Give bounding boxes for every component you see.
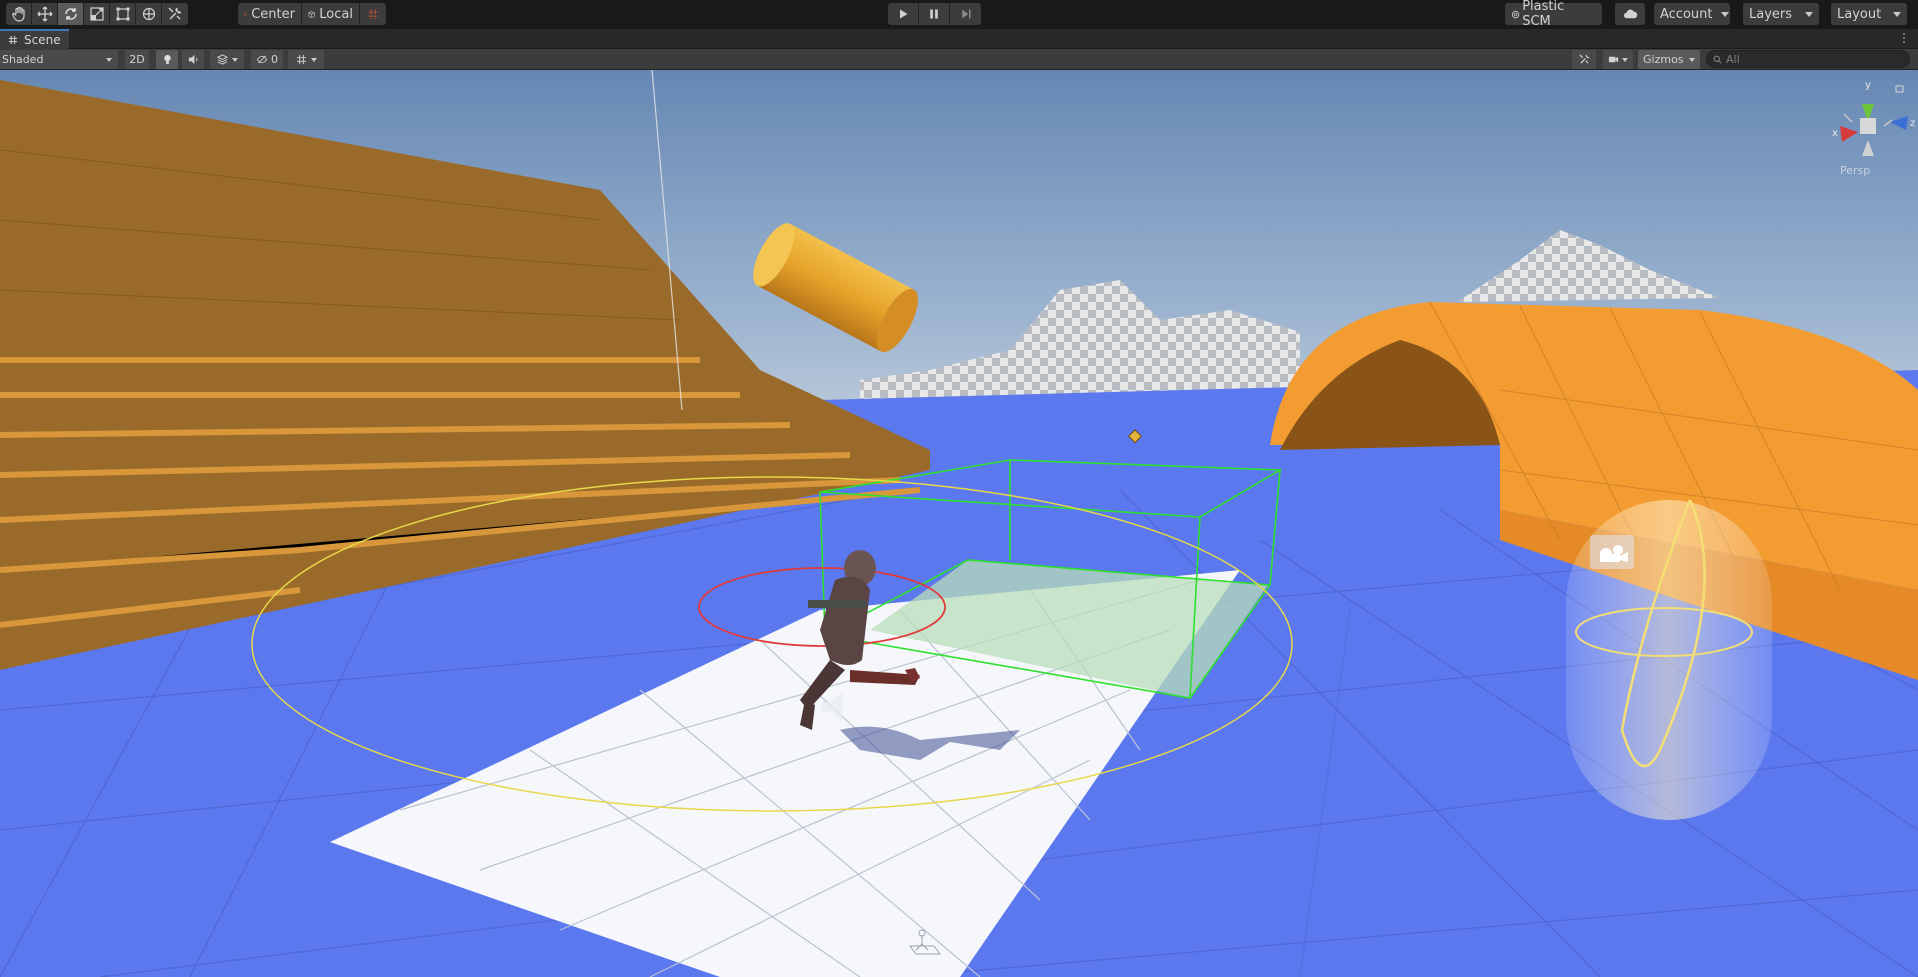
play-icon (900, 9, 908, 19)
snap-button[interactable] (360, 3, 386, 25)
wrench-icon (168, 7, 182, 20)
kebab-menu-icon[interactable]: ⋮ (1898, 32, 1910, 44)
2d-toggle-button[interactable]: 2D (125, 50, 149, 69)
tab-scene-label: Scene (24, 33, 61, 47)
step-button[interactable] (950, 3, 981, 25)
pivot-center-icon (244, 12, 248, 16)
account-dropdown[interactable]: Account (1654, 3, 1730, 25)
tools-icon (1578, 54, 1589, 64)
camera-icon (1608, 56, 1619, 63)
layers-label: Layers (1749, 6, 1793, 22)
effects-dropdown[interactable] (210, 50, 244, 69)
scale-tool-button[interactable] (84, 3, 110, 25)
search-placeholder: All (1726, 52, 1740, 66)
rotate-tool-button[interactable] (58, 3, 84, 25)
account-label: Account (1660, 6, 1713, 22)
scene-render: y x z Persp (0, 70, 1918, 977)
axis-x-label: x (1832, 128, 1838, 139)
hand-icon (11, 6, 25, 22)
lightbulb-icon (163, 54, 171, 65)
draw-mode-label: Shaded (2, 53, 44, 66)
gizmos-dropdown[interactable]: Gizmos (1638, 50, 1700, 69)
playmode-controls (888, 3, 981, 25)
chevron-down-icon (1893, 11, 1901, 17)
eye-slash-icon (256, 55, 268, 64)
hidden-objects-toggle[interactable]: 0 (251, 50, 283, 69)
hand-tool-button[interactable] (6, 3, 32, 25)
camera-settings-dropdown[interactable] (1603, 50, 1633, 69)
axis-z-label: z (1910, 118, 1915, 129)
layout-label: Layout (1837, 6, 1882, 22)
grid-snap-icon (368, 9, 378, 19)
scene-search-input[interactable]: All (1706, 50, 1910, 68)
scene-tab-bar: Scene ⋮ (0, 29, 1918, 49)
rect-tool-button[interactable] (110, 3, 136, 25)
layers-dropdown[interactable]: Layers (1743, 3, 1819, 25)
hidden-count: 0 (271, 53, 278, 66)
transform-tools (6, 3, 188, 25)
grid-icon (296, 54, 306, 65)
custom-tool-button[interactable] (162, 3, 188, 25)
transform-all-icon (142, 7, 155, 21)
scale-icon (89, 7, 104, 21)
chevron-down-icon (106, 57, 112, 62)
rect-transform-icon (116, 7, 129, 21)
layout-dropdown[interactable]: Layout (1831, 3, 1907, 25)
plastic-scm-label: Plastic SCM (1522, 0, 1565, 29)
rotate-icon (64, 8, 77, 20)
cloud-button[interactable] (1615, 3, 1645, 25)
scene-grid-icon (8, 35, 18, 45)
play-button[interactable] (888, 3, 919, 25)
pivot-rotation-button[interactable]: Local (302, 3, 360, 25)
camera-gizmo[interactable] (1590, 535, 1634, 569)
chevron-down-icon (1720, 11, 1729, 17)
transform-tool-button[interactable] (136, 3, 162, 25)
chevron-down-icon (1689, 57, 1695, 62)
axis-y-label: y (1865, 80, 1871, 91)
chevron-down-icon (1622, 57, 1628, 62)
gizmos-label: Gizmos (1643, 53, 1684, 66)
search-icon (1713, 55, 1722, 64)
effects-layers-icon (216, 54, 228, 65)
pause-icon (930, 9, 938, 19)
move-tool-button[interactable] (32, 3, 58, 25)
scene-view-toolbar: Shaded 2D 0 Gizmos All (0, 49, 1918, 70)
tools-button[interactable] (1572, 50, 1596, 69)
pivot-rotation-label: Local (319, 6, 353, 22)
lighting-toggle-button[interactable] (156, 50, 178, 69)
speaker-icon (188, 54, 197, 65)
step-icon (961, 9, 970, 19)
pivot-mode-label: Center (251, 6, 295, 22)
2d-label: 2D (129, 53, 145, 66)
cloud-icon (1623, 9, 1637, 18)
chevron-down-icon (1805, 11, 1813, 17)
move-icon (37, 6, 52, 22)
chevron-down-icon (310, 57, 317, 62)
pivot-group: Center Local (238, 3, 386, 25)
main-toolbar: Center Local ⊚ Plastic SCM Account Layer… (0, 0, 1918, 29)
grid-dropdown[interactable] (288, 50, 324, 69)
chevron-down-icon (231, 57, 238, 62)
audio-toggle-button[interactable] (182, 50, 204, 69)
plastic-scm-button[interactable]: ⊚ Plastic SCM (1505, 0, 1602, 29)
draw-mode-dropdown[interactable]: Shaded (0, 50, 118, 69)
projection-label[interactable]: Persp (1840, 164, 1870, 177)
scm-icon: ⊚ (1511, 7, 1521, 21)
pivot-mode-button[interactable]: Center (238, 3, 302, 25)
pause-button[interactable] (919, 3, 950, 25)
scene-viewport[interactable]: y x z Persp (0, 70, 1918, 977)
local-cube-icon (308, 10, 315, 18)
tab-scene[interactable]: Scene (0, 29, 69, 49)
